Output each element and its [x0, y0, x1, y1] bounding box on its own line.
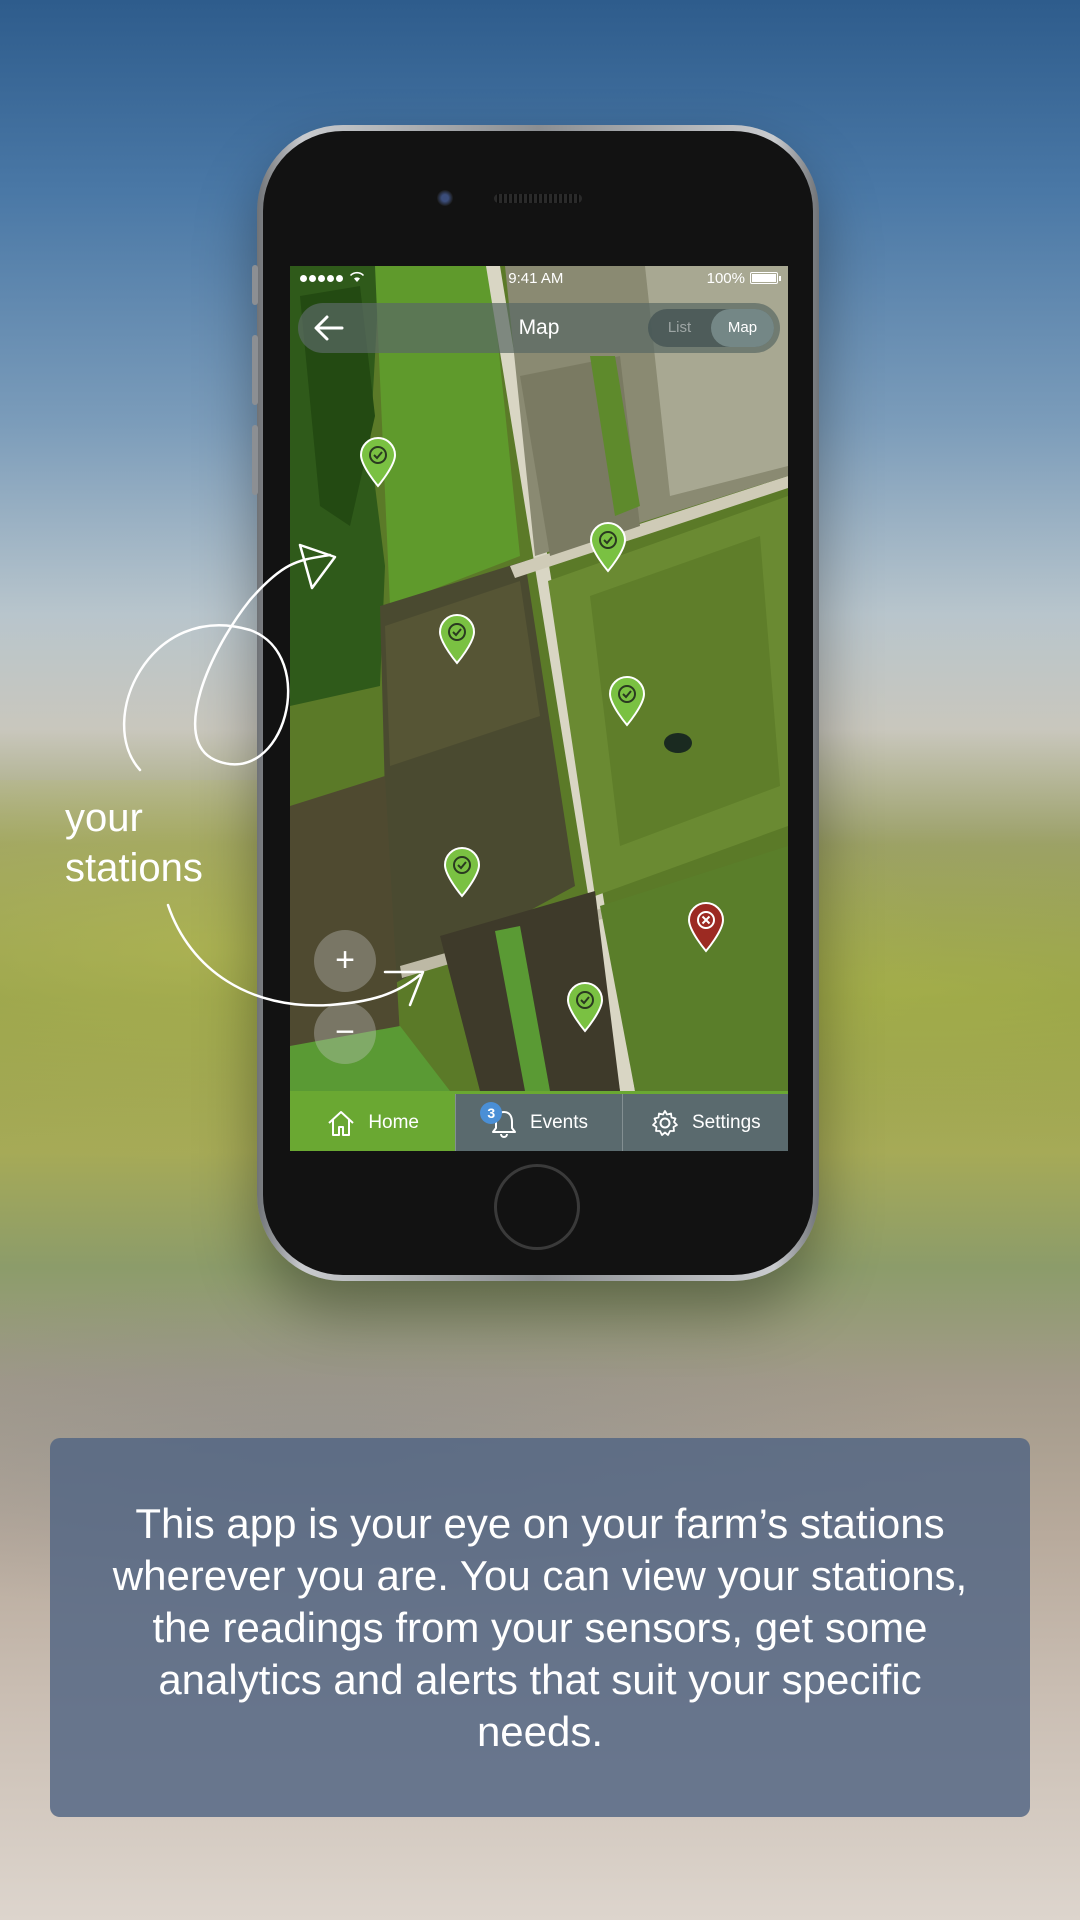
mute-switch	[252, 265, 258, 305]
tab-bar: Home 3 Events Settings	[290, 1091, 788, 1151]
annotation-line-2: stations	[65, 846, 203, 890]
station-pin-error[interactable]	[686, 901, 726, 953]
station-pin-ok[interactable]	[588, 521, 628, 573]
earpiece-speaker	[494, 194, 582, 203]
status-time: 9:41 AM	[508, 269, 564, 287]
zoom-out-button[interactable]: −	[314, 1002, 376, 1064]
tab-home[interactable]: Home	[290, 1094, 456, 1151]
volume-down-button	[252, 425, 258, 495]
front-camera	[437, 190, 453, 206]
home-hardware-button[interactable]	[494, 1164, 580, 1250]
caption-card: This app is your eye on your farm’s stat…	[50, 1438, 1030, 1817]
segment-map[interactable]: Map	[711, 309, 774, 347]
home-icon	[328, 1110, 354, 1136]
station-pin-ok[interactable]	[442, 846, 482, 898]
tab-settings-label: Settings	[691, 1111, 761, 1133]
tab-events-label: Events	[529, 1111, 589, 1133]
station-pin-ok[interactable]	[565, 981, 605, 1033]
annotation-line-1: your	[65, 796, 143, 840]
station-pin-ok[interactable]	[437, 613, 477, 665]
tab-settings[interactable]: Settings	[621, 1094, 788, 1151]
annotation-label: your stations	[65, 793, 203, 893]
signal-strength	[300, 270, 365, 287]
battery-percent: 100%	[706, 269, 745, 287]
app-screen: 9:41 AM 100% Map List Map + − Home 3 Eve…	[290, 266, 788, 1151]
gear-icon	[652, 1109, 678, 1136]
battery-icon	[749, 272, 781, 284]
segment-list[interactable]: List	[648, 309, 711, 347]
tab-events[interactable]: 3 Events	[455, 1094, 621, 1151]
tab-home-label: Home	[368, 1111, 419, 1133]
volume-up-button	[252, 335, 258, 405]
map-nav-bar: Map List Map	[298, 303, 780, 353]
view-segmented-control: List Map	[648, 309, 774, 347]
caption-text: This app is your eye on your farm’s stat…	[112, 1499, 968, 1755]
status-bar: 9:41 AM 100%	[290, 266, 788, 290]
wifi-icon	[349, 270, 365, 287]
zoom-in-button[interactable]: +	[314, 930, 376, 992]
station-pin-ok[interactable]	[358, 436, 398, 488]
station-pin-ok[interactable]	[607, 675, 647, 727]
